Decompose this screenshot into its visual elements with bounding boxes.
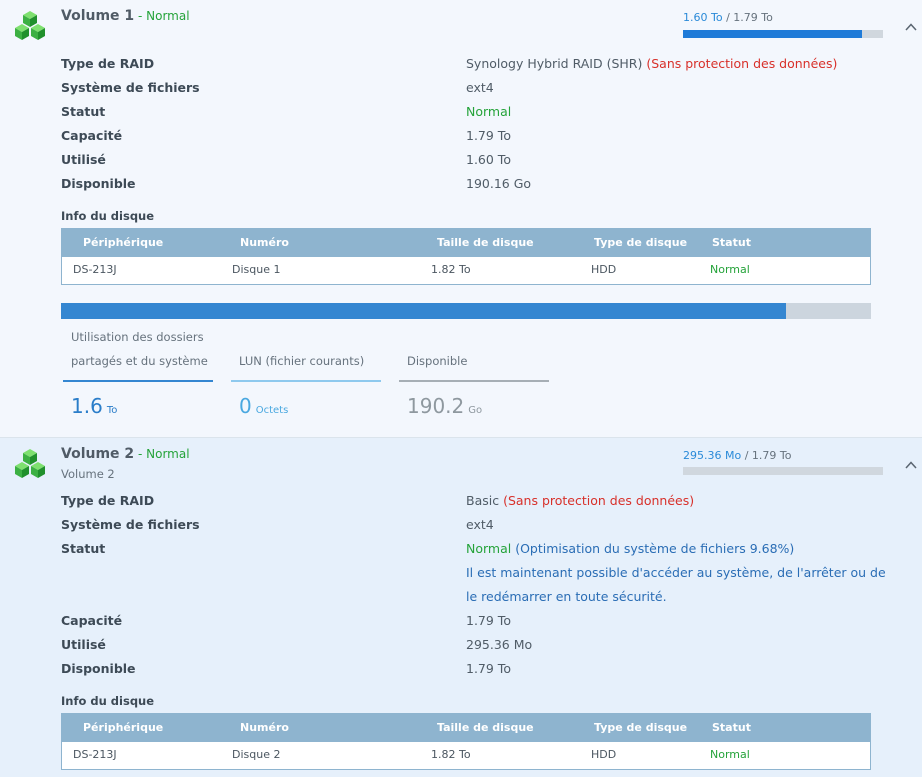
table-row[interactable]: DS-213J Disque 1 1.82 To HDD Normal [62,257,870,284]
status-value: Normal [466,104,512,119]
used-value: 295.36 Mo [466,637,533,652]
cell-number: Disque 2 [232,748,281,761]
used-label: Utilisé [61,152,106,167]
volume-2-panel: Volume 2 - Normal Volume 2 295.36 Mo / 1… [0,437,922,777]
col-header-type[interactable]: Type de disque [594,236,687,249]
filesystem-label: Système de fichiers [61,80,200,95]
filesystem-label: Système de fichiers [61,517,200,532]
disk-table-header: Périphérique Numéro Taille de disque Typ… [62,714,870,742]
used-value: 1.60 To [466,152,511,167]
legend-lun-value: 0 Octets [239,394,289,418]
chevron-up-icon[interactable] [904,20,918,34]
capacity-value: 1.79 To [466,613,511,628]
legend-available-value: 190.2 Go [407,394,483,418]
legend-shared-label: Utilisation des dossiers partagés et du s… [71,330,208,368]
available-value: 1.79 To [466,661,511,676]
col-header-status[interactable]: Statut [712,236,751,249]
legend-available-label: Disponible [407,354,468,368]
col-header-device[interactable]: Périphérique [83,236,163,249]
available-value: 190.16 Go [466,176,532,191]
usage-text: 1.60 To / 1.79 To [683,11,773,24]
col-header-size[interactable]: Taille de disque [437,721,534,734]
chevron-up-icon[interactable] [904,458,918,472]
cell-type: HDD [591,263,617,276]
disk-table-header: Périphérique Numéro Taille de disque Typ… [62,229,870,257]
status-label: Statut [61,541,106,556]
cell-size: 1.82 To [431,748,471,761]
volume-1-panel: Volume 1 - Normal 1.60 To / 1.79 To Type… [0,0,922,437]
capacity-label: Capacité [61,128,123,143]
space-breakdown-bar [61,303,871,319]
cell-status: Normal [710,748,750,761]
col-header-type[interactable]: Type de disque [594,721,687,734]
disk-info-title: Info du disque [61,694,155,708]
raid-type-label: Type de RAID [61,493,155,508]
legend-shared-line [63,380,213,382]
col-header-size[interactable]: Taille de disque [437,236,534,249]
status-message-line-1: Il est maintenant possible d'accéder au … [466,565,886,580]
disk-info-table: Périphérique Numéro Taille de disque Typ… [61,713,871,770]
usage-text: 295.36 Mo / 1.79 To [683,449,792,462]
col-header-device[interactable]: Périphérique [83,721,163,734]
legend-lun-label: LUN (fichier courants) [239,354,365,368]
status-label: Statut [61,104,106,119]
volume-cubes-icon [15,11,45,40]
cell-status: Normal [710,263,750,276]
capacity-value: 1.79 To [466,128,511,143]
cell-size: 1.82 To [431,263,471,276]
raid-type-value: Synology Hybrid RAID (SHR) (Sans protect… [466,56,838,71]
volume-status: - Normal [134,447,190,461]
used-label: Utilisé [61,637,106,652]
volume-title: Volume 1 - Normal [61,8,190,24]
legend-lun-line [231,380,381,382]
table-row[interactable]: DS-213J Disque 2 1.82 To HDD Normal [62,742,870,769]
usage-bar-fill [683,30,862,38]
cell-device: DS-213J [73,748,117,761]
usage-bar [683,30,883,38]
disk-info-title: Info du disque [61,209,155,223]
col-header-status[interactable]: Statut [712,721,751,734]
available-label: Disponible [61,176,136,191]
space-breakdown-fill [61,303,786,319]
legend-shared-value: 1.6 To [71,394,118,418]
volume-title: Volume 2 - Normal [61,446,190,462]
status-message-line-2: le redémarrer en toute sécurité. [466,589,667,604]
raid-type-value: Basic (Sans protection des données) [466,493,695,508]
col-header-number[interactable]: Numéro [240,236,289,249]
available-label: Disponible [61,661,136,676]
usage-bar [683,467,883,475]
volume-description: Volume 2 [61,467,115,481]
status-value: Normal (Optimisation du système de fichi… [466,541,795,556]
cell-type: HDD [591,748,617,761]
cell-number: Disque 1 [232,263,281,276]
capacity-label: Capacité [61,613,123,628]
cell-device: DS-213J [73,263,117,276]
col-header-number[interactable]: Numéro [240,721,289,734]
volume-status: - Normal [134,9,190,23]
disk-info-table: Périphérique Numéro Taille de disque Typ… [61,228,871,285]
volume-cubes-icon [15,449,45,478]
raid-type-label: Type de RAID [61,56,155,71]
legend-available-line [399,380,549,382]
filesystem-value: ext4 [466,517,494,532]
filesystem-value: ext4 [466,80,494,95]
